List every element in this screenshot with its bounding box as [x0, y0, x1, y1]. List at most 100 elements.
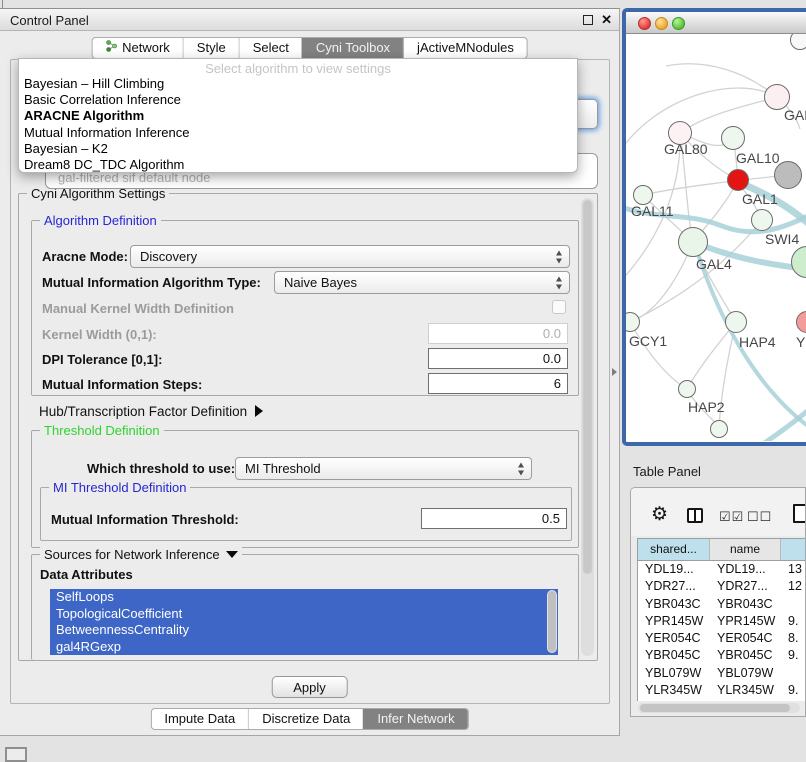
columns-icon[interactable]	[687, 508, 703, 523]
sources-legend-label: Sources for Network Inference	[44, 547, 220, 562]
tab-select[interactable]: Select	[239, 38, 302, 58]
node-label-hap2: HAP2	[688, 399, 725, 415]
network-canvas[interactable]: GALGAL80GAL10GAL1GAL11SWI4GAL4GCY1HAP4YH…	[626, 34, 806, 441]
mi-threshold-legend: MI Threshold Definition	[49, 480, 190, 495]
attribute-item-gal4rgexp[interactable]: gal4RGexp	[50, 639, 558, 656]
apply-button-label: Apply	[293, 680, 326, 695]
mi-type-combobox[interactable]: Naive Bayes	[274, 271, 570, 294]
table-row[interactable]: YER054CYER054C8.	[638, 630, 806, 647]
table-row[interactable]: YIL052CYIL052C9	[638, 699, 806, 701]
settings-scrollbar[interactable]	[581, 198, 594, 656]
algorithm-option-basic-correlation-inference[interactable]: Basic Correlation Inference	[19, 92, 577, 108]
zoom-traffic-light[interactable]	[672, 17, 685, 30]
manual-kernel-label: Manual Kernel Width Definition	[42, 301, 234, 316]
network-node-hap4[interactable]	[725, 311, 747, 333]
attribute-item-selfloops[interactable]: SelfLoops	[50, 589, 558, 606]
column-header-a[interactable]: A	[781, 539, 806, 560]
dpi-tolerance-label: DPI Tolerance [0,1]:	[42, 352, 162, 367]
tab-infer-network[interactable]: Infer Network	[363, 709, 467, 729]
network-node[interactable]	[774, 161, 802, 189]
table-row[interactable]: YDL19...YDL19...13	[638, 561, 806, 578]
table-cell: 12	[781, 578, 806, 595]
minimize-traffic-light[interactable]	[655, 17, 668, 30]
network-node-gal11[interactable]	[633, 185, 653, 205]
algorithm-option-bayesian-hill-climbing[interactable]: Bayesian – Hill Climbing	[19, 76, 577, 92]
algorithm-option-dream8-dc-tdc-algorithm[interactable]: Dream8 DC_TDC Algorithm	[19, 157, 577, 173]
mi-type-value: Naive Bayes	[284, 275, 357, 290]
table-row[interactable]: YPR145WYPR145W9.	[638, 613, 806, 630]
table-horizontal-scrollbar[interactable]	[638, 703, 800, 713]
sources-group: Sources for Network Inference Data Attri…	[31, 554, 579, 660]
dpi-tolerance-field[interactable]	[428, 348, 568, 369]
network-node-gal10[interactable]	[721, 126, 745, 150]
minimized-panel-icon[interactable]	[5, 747, 27, 762]
node-label-gal80: GAL80	[664, 141, 708, 157]
network-node-gal1[interactable]	[727, 169, 749, 191]
tab-style[interactable]: Style	[183, 38, 239, 58]
float-panel-icon[interactable]	[583, 15, 593, 25]
node-label-gal10: GAL10	[736, 150, 780, 166]
control-panel-title: Control Panel	[10, 13, 89, 28]
threshold-definition-legend: Threshold Definition	[40, 423, 164, 438]
network-node-gal4[interactable]	[678, 227, 708, 257]
network-window-titlebar	[626, 12, 806, 34]
data-attributes-label: Data Attributes	[40, 567, 133, 582]
table-cell: YIL052C	[710, 699, 781, 701]
attribute-item-betweennesscentrality[interactable]: BetweennessCentrality	[50, 622, 558, 639]
apply-button[interactable]: Apply	[271, 676, 348, 698]
close-icon[interactable]: ✕	[601, 12, 612, 28]
network-node-swi4[interactable]	[751, 209, 773, 231]
manual-kernel-checkbox	[552, 300, 566, 314]
hub-definition-toggle[interactable]: Hub/Transcription Factor Definition	[39, 404, 263, 419]
table-row[interactable]: YBL079WYBL079W	[638, 665, 806, 682]
table-cell: YER054C	[710, 630, 781, 647]
column-header-shared[interactable]: shared...	[638, 539, 710, 560]
tab-impute-data[interactable]: Impute Data	[151, 709, 248, 729]
network-node-hap2[interactable]	[678, 380, 696, 398]
column-header-name[interactable]: name	[710, 539, 781, 560]
tab-label: Impute Data	[164, 709, 235, 729]
tab-discretize-data[interactable]: Discretize Data	[248, 709, 363, 729]
gear-icon[interactable]: ⚙	[651, 505, 668, 524]
table-cell: YBR045C	[710, 647, 781, 664]
tab-jactivemnodules[interactable]: jActiveMNodules	[403, 38, 527, 58]
network-node[interactable]	[710, 420, 728, 438]
mi-steps-field[interactable]	[428, 373, 568, 394]
attribute-item-topologicalcoefficient[interactable]: TopologicalCoefficient	[50, 606, 558, 623]
table-row[interactable]: YBR045CYBR045C9.	[638, 647, 806, 664]
table-row[interactable]: YDR27...YDR27...12	[638, 578, 806, 595]
attributes-scrollbar[interactable]	[547, 590, 557, 653]
table-row[interactable]: YBR043CYBR043C	[638, 596, 806, 613]
table-cell: 8.	[781, 630, 806, 647]
attributes-scrollbar-thumb[interactable]	[548, 591, 556, 652]
which-threshold-value: MI Threshold	[245, 461, 321, 476]
which-threshold-label: Which threshold to use:	[87, 461, 235, 476]
mi-threshold-field[interactable]	[421, 508, 567, 529]
splitter-collapse-icon[interactable]	[612, 368, 617, 376]
aracne-mode-label: Aracne Mode:	[42, 249, 128, 264]
table-cell: 9	[781, 699, 806, 701]
table-cell	[781, 665, 806, 682]
sources-legend[interactable]: Sources for Network Inference	[40, 547, 242, 562]
table-header-row: shared...nameA	[638, 539, 806, 561]
select-all-checkboxes-icon[interactable]: ☑☑	[719, 509, 744, 525]
tab-cyni-toolbox[interactable]: Cyni Toolbox	[302, 38, 403, 58]
deselect-all-checkboxes-icon[interactable]: ☐☐	[747, 509, 772, 525]
desktop: { "control_panel": { "title": "Control P…	[0, 0, 806, 762]
algorithm-dropdown-list: Bayesian – Hill ClimbingBasic Correlatio…	[19, 76, 577, 173]
which-threshold-combobox[interactable]: MI Threshold	[235, 457, 532, 480]
top-tab-bar: NetworkStyleSelect Cyni Toolbox jActiveMNo…	[91, 37, 528, 59]
algorithm-option-aracne-algorithm[interactable]: ARACNE Algorithm	[19, 108, 577, 124]
cyni-algorithm-settings-group: Cyni Algorithm Settings Algorithm Defini…	[18, 193, 598, 661]
table-scrollbar-thumb[interactable]	[640, 704, 790, 712]
algorithm-option-mutual-information-inference[interactable]: Mutual Information Inference	[19, 125, 577, 141]
tab-label: Cyni Toolbox	[316, 38, 390, 58]
new-table-icon[interactable]	[793, 504, 806, 523]
network-view-window: GALGAL80GAL10GAL1GAL11SWI4GAL4GCY1HAP4YH…	[622, 8, 806, 446]
settings-scrollbar-thumb[interactable]	[582, 199, 593, 575]
close-traffic-light[interactable]	[638, 17, 651, 30]
algorithm-option-bayesian-k2[interactable]: Bayesian – K2	[19, 141, 577, 157]
tab-network[interactable]: Network	[92, 38, 183, 58]
aracne-mode-combobox[interactable]: Discovery	[130, 245, 570, 268]
table-row[interactable]: YLR345WYLR345W9.	[638, 682, 806, 699]
